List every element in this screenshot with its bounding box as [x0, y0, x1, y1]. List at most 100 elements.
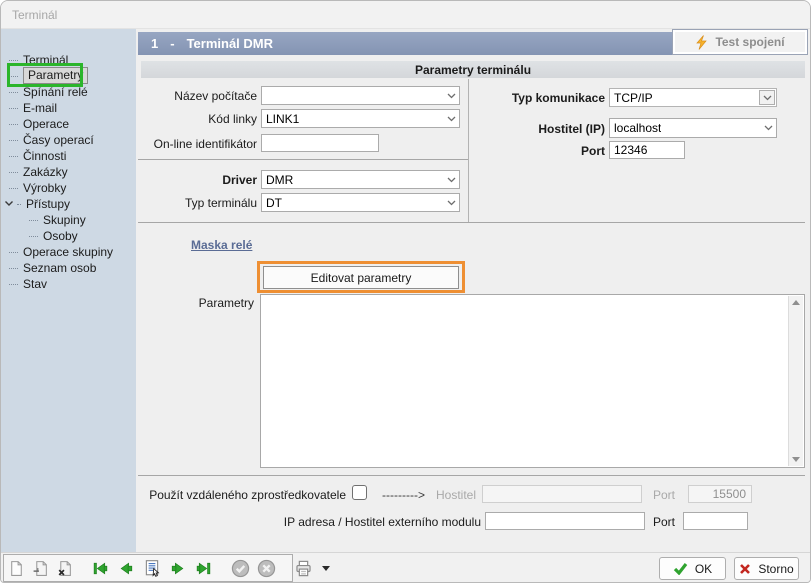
remote-hostitel-input — [482, 485, 642, 503]
sidebar-item-operace-skupiny[interactable]: Operace skupiny — [9, 243, 113, 260]
sidebar-item-label: Skupiny — [43, 213, 86, 227]
hostitel-ip-label: Hostitel (IP) — [471, 122, 605, 136]
browse-records-icon[interactable] — [143, 558, 161, 578]
tree-line — [9, 172, 18, 173]
record-number: 1 — [151, 36, 158, 51]
sidebar-item-osoby[interactable]: Osoby — [29, 227, 78, 244]
first-record-icon[interactable] — [91, 558, 110, 578]
check-icon — [673, 562, 688, 575]
sidebar-item-label: Výrobky — [23, 181, 66, 195]
print-dropdown-icon[interactable] — [322, 566, 330, 571]
sidebar-item-label: Osoby — [43, 229, 78, 243]
driver-combo[interactable]: DMR — [261, 170, 460, 189]
chevron-down-icon — [4, 200, 14, 207]
remote-port-value: 15500 — [713, 487, 746, 501]
main-panel — [136, 29, 811, 552]
remote-port-input: 15500 — [688, 485, 752, 503]
hostitel-ip-value: localhost — [614, 121, 661, 135]
scrollbar[interactable] — [788, 296, 803, 466]
last-record-icon[interactable] — [194, 558, 213, 578]
new-record-icon[interactable] — [8, 558, 25, 578]
tree-line — [9, 188, 18, 189]
sidebar-item-casy-operaci[interactable]: Časy operací — [9, 131, 94, 148]
test-spojeni-button[interactable]: Test spojení — [673, 30, 807, 54]
chevron-down-icon — [764, 125, 773, 131]
confirm-icon — [231, 558, 250, 578]
sidebar-item-pristupy[interactable]: Přístupy — [4, 195, 70, 212]
external-port-input[interactable] — [683, 512, 748, 530]
chevron-down-icon — [447, 200, 456, 206]
section-title: Parametry terminálu — [415, 63, 531, 77]
sidebar-item-label: Seznam osob — [23, 261, 96, 275]
nazev-pocitace-label: Název počítače — [138, 89, 257, 103]
scroll-up-icon[interactable] — [792, 300, 800, 305]
sidebar-item-seznam-osob[interactable]: Seznam osob — [9, 259, 96, 276]
tree-line — [9, 156, 18, 157]
driver-label: Driver — [138, 173, 257, 187]
sidebar-item-operace[interactable]: Operace — [9, 115, 69, 132]
sidebar-item-label: Stav — [23, 277, 47, 291]
tree-line — [29, 236, 38, 237]
next-record-icon[interactable] — [168, 558, 187, 578]
nazev-pocitace-combo[interactable] — [261, 86, 460, 105]
sidebar-item-label: Zakázky — [23, 165, 68, 179]
storno-button[interactable]: Storno — [734, 557, 799, 580]
external-ip-label: IP adresa / Hostitel externího modulu — [266, 515, 481, 529]
lightning-icon — [695, 35, 708, 50]
maska-rele-link[interactable]: Maska relé — [191, 238, 252, 252]
column-divider — [468, 79, 469, 222]
window-title: Terminál — [12, 8, 57, 22]
tree-line — [9, 252, 18, 253]
section-header: Parametry terminálu — [141, 61, 805, 78]
typ-terminalu-combo[interactable]: DT — [261, 193, 460, 212]
remote-port-label: Port — [651, 488, 675, 502]
sidebar-item-email[interactable]: E-mail — [9, 99, 57, 116]
window-titlebar: Terminál — [1, 1, 811, 29]
parametry-value — [261, 295, 804, 299]
chevron-down-icon — [447, 93, 456, 99]
parametry-textarea[interactable] — [260, 294, 805, 468]
typ-komunikace-combo[interactable]: TCP/IP — [609, 88, 777, 107]
record-dash: - — [170, 36, 174, 51]
hostitel-ip-combo[interactable]: localhost — [609, 118, 777, 138]
online-identifikator-input[interactable] — [261, 134, 379, 152]
kod-linky-combo[interactable]: LINK1 — [261, 109, 460, 128]
section-divider — [138, 222, 805, 223]
editovat-parametry-button[interactable]: Editovat parametry — [263, 266, 459, 289]
sidebar-item-skupiny[interactable]: Skupiny — [29, 211, 86, 228]
sidebar-item-vyrobky[interactable]: Výrobky — [9, 179, 66, 196]
sidebar-item-cinnosti[interactable]: Činnosti — [9, 147, 66, 164]
sidebar-item-stav[interactable]: Stav — [9, 275, 47, 292]
scroll-down-icon[interactable] — [792, 457, 800, 462]
tree-line — [29, 220, 38, 221]
import-record-icon[interactable] — [32, 558, 49, 578]
tree-line — [17, 204, 21, 205]
external-ip-input[interactable] — [485, 512, 645, 530]
previous-record-icon[interactable] — [117, 558, 136, 578]
test-spojeni-label: Test spojení — [715, 35, 784, 49]
driver-value: DMR — [266, 173, 293, 187]
terminal-dialog-window: Terminál Terminál Parametry Spínání relé… — [0, 0, 811, 583]
tree-line — [9, 60, 18, 61]
cancel-icon — [257, 558, 276, 578]
arrow-text: ---------> — [382, 488, 425, 502]
sidebar-item-label: E-mail — [23, 101, 57, 115]
chevron-down-icon — [759, 90, 775, 105]
kod-linky-value: LINK1 — [266, 112, 299, 126]
port-input[interactable]: 12346 — [609, 141, 685, 159]
remote-hostitel-label: Hostitel — [431, 488, 476, 502]
ok-button[interactable]: OK — [659, 557, 726, 580]
print-icon[interactable] — [294, 558, 313, 578]
remote-checkbox[interactable] — [352, 485, 367, 500]
sidebar-item-zakazky[interactable]: Zakázky — [9, 163, 68, 180]
remote-section-divider — [138, 475, 805, 476]
external-port-label: Port — [651, 515, 675, 529]
ok-label: OK — [695, 562, 712, 576]
typ-terminalu-label: Typ terminálu — [138, 196, 257, 210]
online-identifikator-label: On-line identifikátor — [138, 137, 257, 151]
delete-record-icon[interactable] — [56, 558, 73, 578]
annotation-green-box — [7, 63, 83, 87]
remote-checkbox-label: Použít vzdáleného zprostředkovatele — [141, 488, 346, 502]
x-icon — [739, 563, 751, 575]
tree-line — [9, 284, 18, 285]
